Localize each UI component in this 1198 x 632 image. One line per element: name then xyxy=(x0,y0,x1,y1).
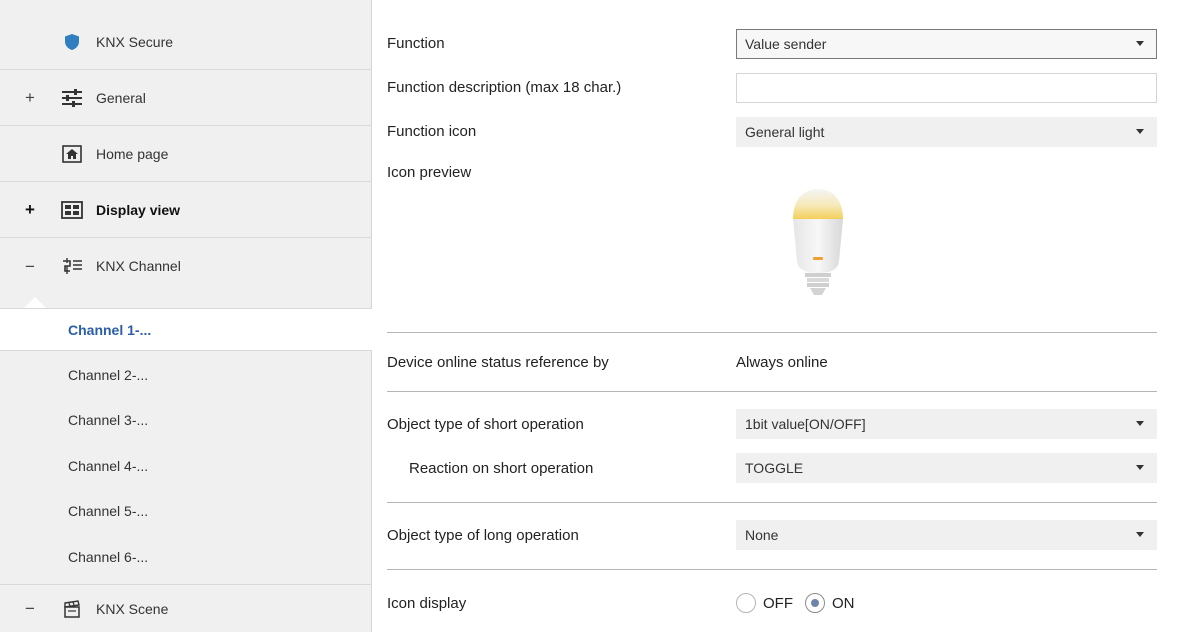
function-icon-label: Function icon xyxy=(387,123,477,140)
home-icon xyxy=(60,142,84,166)
short-operation-reaction-label: Reaction on short operation xyxy=(409,460,594,477)
shield-icon xyxy=(60,30,84,54)
section-divider xyxy=(387,569,1157,570)
long-operation-type-label: Object type of long operation xyxy=(387,527,579,544)
function-label: Function xyxy=(387,35,445,52)
icon-display-label: Icon display xyxy=(387,595,467,612)
sidebar-item-knx-scene[interactable]: − KNX Scene xyxy=(0,584,372,632)
icon-display-off-label: OFF xyxy=(763,594,793,612)
display-grid-icon xyxy=(60,198,84,222)
short-operation-type-value: 1bit value[ON/OFF] xyxy=(745,416,866,432)
sidebar-item-label: General xyxy=(96,89,146,106)
channel-list: Channel 1-... Channel 2-... Channel 3-..… xyxy=(0,308,372,582)
function-description-label: Function description (max 18 char.) xyxy=(387,79,622,96)
sidebar-item-channel-2[interactable]: Channel 2-... xyxy=(0,353,372,396)
icon-display-on-label: ON xyxy=(832,594,855,612)
chevron-down-icon xyxy=(1136,41,1144,46)
expand-icon[interactable]: + xyxy=(24,89,36,106)
chevron-down-icon xyxy=(1136,532,1144,537)
function-icon-dropdown[interactable]: General light xyxy=(736,117,1157,147)
collapse-icon[interactable]: − xyxy=(24,600,36,617)
function-icon-value: General light xyxy=(745,124,825,140)
long-operation-type-value: None xyxy=(745,527,779,543)
sidebar-item-knx-channel[interactable]: − KNX Channel xyxy=(0,238,372,294)
icon-preview-label: Icon preview xyxy=(387,164,472,181)
function-dropdown[interactable]: Value sender xyxy=(736,29,1157,59)
scene-clapper-icon xyxy=(60,597,84,621)
chevron-down-icon xyxy=(1136,129,1144,134)
sidebar-item-channel-3[interactable]: Channel 3-... xyxy=(0,398,372,441)
long-operation-type-dropdown[interactable]: None xyxy=(736,520,1157,550)
expand-icon[interactable]: + xyxy=(24,201,36,218)
section-divider xyxy=(387,332,1157,333)
active-indicator xyxy=(24,297,46,308)
sidebar-item-label: KNX Scene xyxy=(96,600,169,617)
sidebar-item-display-view[interactable]: + Display view xyxy=(0,182,372,238)
icon-display-radio-group: OFF ON xyxy=(736,593,867,613)
chevron-down-icon xyxy=(1136,465,1144,470)
sliders-icon xyxy=(60,86,84,110)
icon-display-on-radio[interactable] xyxy=(805,593,825,613)
sidebar-item-channel-5[interactable]: Channel 5-... xyxy=(0,489,372,532)
parameter-panel: Function Value sender Function descripti… xyxy=(373,0,1198,632)
chevron-down-icon xyxy=(1136,421,1144,426)
sidebar-item-label: KNX Secure xyxy=(96,33,174,50)
function-value: Value sender xyxy=(745,36,827,52)
sidebar: KNX Secure + General Home page + Display… xyxy=(0,0,372,632)
collapse-icon[interactable]: − xyxy=(24,258,36,275)
sidebar-item-channel-1[interactable]: Channel 1-... xyxy=(0,308,372,351)
short-operation-reaction-value: TOGGLE xyxy=(745,460,804,476)
sidebar-item-knx-secure[interactable]: KNX Secure xyxy=(0,14,372,70)
sidebar-item-label: Home page xyxy=(96,145,169,162)
icon-display-off-radio[interactable] xyxy=(736,593,756,613)
sidebar-item-label: KNX Channel xyxy=(96,258,181,274)
online-status-label: Device online status reference by xyxy=(387,354,609,371)
short-operation-type-dropdown[interactable]: 1bit value[ON/OFF] xyxy=(736,409,1157,439)
function-description-input[interactable] xyxy=(736,73,1157,103)
sidebar-item-channel-4[interactable]: Channel 4-... xyxy=(0,444,372,487)
section-divider xyxy=(387,502,1157,503)
sidebar-item-general[interactable]: + General xyxy=(0,70,372,126)
section-divider xyxy=(387,391,1157,392)
online-status-value: Always online xyxy=(736,354,828,371)
short-operation-type-label: Object type of short operation xyxy=(387,416,584,433)
sidebar-item-label: Display view xyxy=(96,201,181,218)
short-operation-reaction-dropdown[interactable]: TOGGLE xyxy=(736,453,1157,483)
sidebar-item-channel-6[interactable]: Channel 6-... xyxy=(0,535,372,578)
channel-icon xyxy=(60,254,84,278)
sidebar-item-home-page[interactable]: Home page xyxy=(0,126,372,182)
light-bulb-icon xyxy=(783,183,853,303)
